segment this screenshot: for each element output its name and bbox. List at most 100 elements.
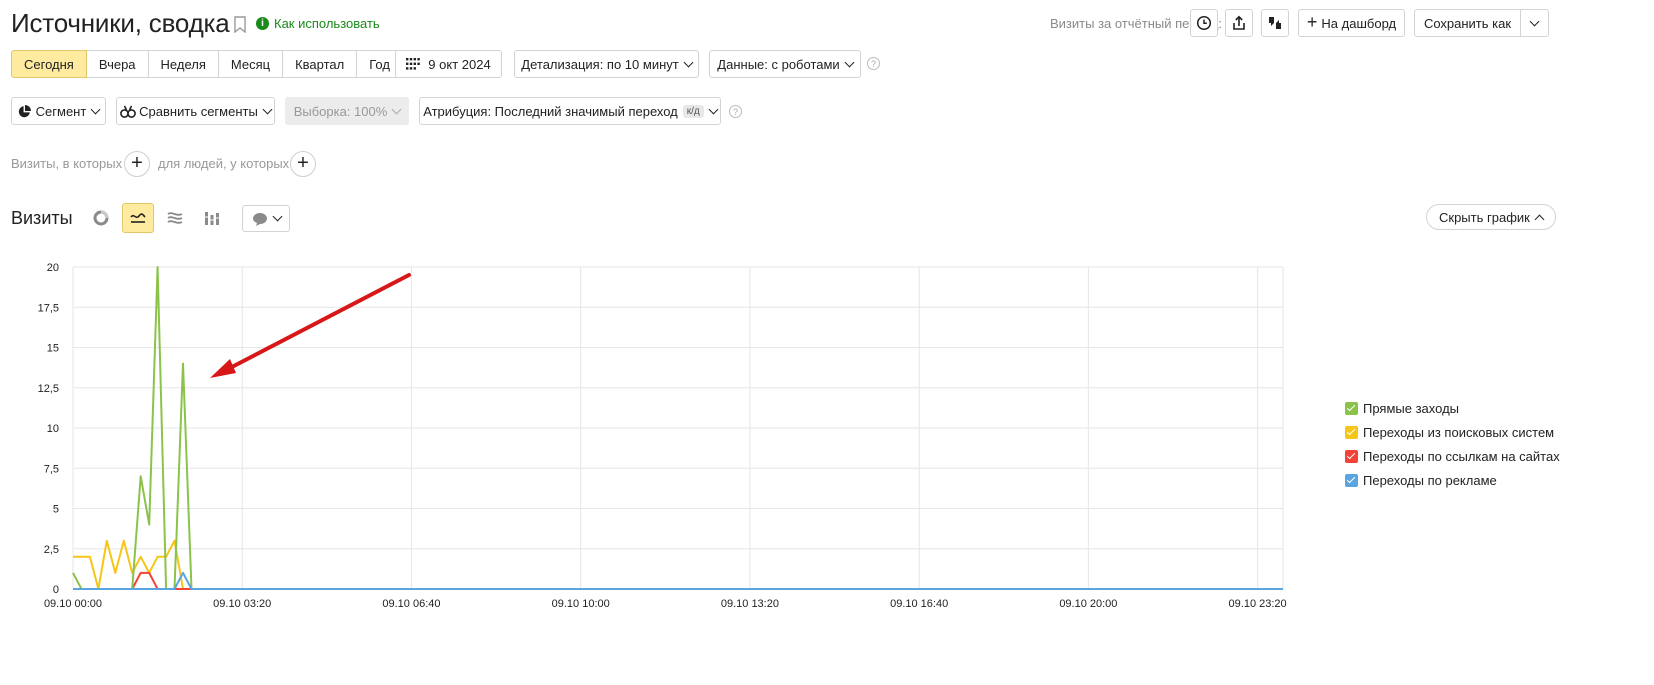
- how-to-use-link[interactable]: i Как использовать: [256, 16, 380, 31]
- legend-label: Прямые заходы: [1363, 400, 1460, 416]
- legend-item[interactable]: Переходы из поисковых систем: [1345, 420, 1560, 444]
- calendar-icon: [406, 58, 421, 70]
- add-visit-filter-button[interactable]: +: [124, 151, 150, 177]
- attribution-badge: к/д: [682, 104, 704, 118]
- y-tick-label: 20: [47, 262, 59, 274]
- date-label: 9 окт 2024: [428, 56, 491, 72]
- checkbox-icon[interactable]: [1345, 473, 1358, 487]
- legend-item[interactable]: Прямые заходы: [1345, 396, 1560, 420]
- plus-icon: +: [1306, 11, 1318, 32]
- x-tick-label: 09.10 06:40: [382, 598, 440, 610]
- y-tick-label: 2,5: [44, 544, 59, 556]
- visits-line-chart: 02,557,51012,51517,520 09.10 00:00 09.10 …: [38, 262, 1287, 610]
- x-tick-label: 09.10 13:20: [721, 598, 779, 610]
- date-picker-button[interactable]: 9 окт 2024: [395, 50, 502, 78]
- hide-chart-button[interactable]: Скрыть график: [1426, 204, 1556, 230]
- add-people-filter-button[interactable]: +: [290, 151, 316, 177]
- attribution-label: Атрибуция: Последний значимый переход: [423, 103, 678, 119]
- compare-icon: [120, 105, 137, 118]
- save-as-button[interactable]: Сохранить как: [1414, 9, 1521, 37]
- segment-dropdown[interactable]: Сегмент: [11, 97, 106, 125]
- save-as-label: Сохранить как: [1423, 15, 1512, 31]
- hide-chart-label: Скрыть график: [1439, 209, 1530, 225]
- add-to-dashboard-button[interactable]: + На дашборд: [1298, 9, 1405, 37]
- y-axis-ticks: 0 2,5 5 7,5 10 12,5 15 17,5 20: [38, 262, 59, 596]
- pie-view-button[interactable]: [85, 203, 117, 233]
- attribution-dropdown[interactable]: Атрибуция: Последний значимый переход к/…: [419, 97, 721, 125]
- pie-chart-icon: [93, 210, 109, 226]
- x-axis-ticks: 09.10 00:00 09.10 03:20 09.10 06:40 09.10 1…: [44, 598, 1287, 610]
- x-tick-label: 09.10 16:40: [890, 598, 948, 610]
- export-button[interactable]: [1225, 9, 1253, 37]
- people-where-label: для людей, у которых: [158, 156, 290, 171]
- period-button-1[interactable]: Вчера: [86, 50, 149, 78]
- bar-view-button[interactable]: [196, 203, 228, 233]
- how-to-use-label: Как использовать: [274, 16, 380, 31]
- x-tick-label: 09.10 00:00: [44, 598, 102, 610]
- period-selector: Сегодня Вчера Неделя Месяц Квартал Год: [11, 50, 403, 78]
- y-tick-label: 0: [53, 584, 59, 596]
- history-button[interactable]: [1190, 9, 1218, 37]
- chevron-down-icon: [844, 57, 855, 67]
- plus-icon: +: [297, 152, 309, 174]
- legend-item[interactable]: Переходы по рекламе: [1345, 468, 1560, 492]
- chevron-down-icon: [1529, 16, 1540, 26]
- series-line-3: [73, 571, 1283, 590]
- chevron-down-icon: [272, 211, 282, 222]
- x-tick-label: 09.10 20:00: [1059, 598, 1117, 610]
- chevron-down-icon: [708, 104, 719, 114]
- compare-label: Сравнить сегменты: [139, 103, 258, 119]
- help-icon[interactable]: ?: [867, 57, 880, 70]
- x-tick-label: 09.10 03:20: [213, 598, 271, 610]
- segment-label: Сегмент: [35, 103, 87, 119]
- y-tick-label: 15: [47, 343, 59, 355]
- x-tick-label: 09.10 10:00: [552, 598, 610, 610]
- period-button-4[interactable]: Квартал: [283, 50, 358, 78]
- period-button-2[interactable]: Неделя: [148, 50, 219, 78]
- period-button-0[interactable]: Сегодня: [11, 50, 87, 78]
- share-icon: [1233, 15, 1245, 30]
- chevron-down-icon: [262, 104, 273, 114]
- save-as-dropdown[interactable]: [1520, 9, 1549, 37]
- line-chart-icon: [130, 213, 146, 223]
- page-title: Источники, сводка: [11, 8, 230, 38]
- comment-icon: [252, 212, 267, 226]
- period-button-3[interactable]: Месяц: [218, 50, 284, 78]
- y-tick-label: 5: [53, 504, 59, 516]
- checkbox-icon[interactable]: [1345, 425, 1358, 439]
- plus-icon: +: [131, 152, 143, 174]
- x-tick-label: 09.10 23:20: [1229, 598, 1287, 610]
- area-view-button[interactable]: [159, 203, 191, 233]
- legend-label: Переходы по рекламе: [1363, 472, 1497, 488]
- legend-item[interactable]: Переходы по ссылкам на сайтах: [1345, 444, 1560, 468]
- line-view-button[interactable]: [122, 203, 154, 233]
- feedback-button[interactable]: [1261, 9, 1289, 37]
- annotations-dropdown[interactable]: [242, 205, 290, 232]
- sample-dropdown: Выборка: 100%: [285, 97, 409, 125]
- clock-icon: [1196, 15, 1212, 31]
- bookmark-icon[interactable]: [233, 16, 247, 33]
- sample-label: Выборка: 100%: [293, 103, 388, 119]
- chevron-down-icon: [391, 104, 402, 114]
- y-tick-label: 10: [47, 423, 59, 435]
- y-tick-label: 12,5: [38, 383, 59, 395]
- chevron-down-icon: [683, 57, 694, 67]
- data-label: Данные: с роботами: [717, 56, 840, 72]
- info-icon: i: [256, 17, 269, 30]
- thumbs-icon: [1269, 17, 1281, 29]
- help-icon[interactable]: ?: [729, 105, 742, 118]
- series-line-2: [73, 571, 1283, 590]
- chevron-down-icon: [90, 104, 101, 114]
- detail-dropdown[interactable]: Детализация: по 10 минут: [514, 50, 699, 78]
- bar-chart-icon: [205, 212, 219, 225]
- data-dropdown[interactable]: Данные: с роботами: [709, 50, 861, 78]
- checkbox-icon[interactable]: [1345, 401, 1358, 415]
- visits-where-label: Визиты, в которых: [11, 156, 123, 171]
- visits-title: Визиты: [11, 208, 73, 228]
- chevron-up-icon: [1534, 214, 1545, 224]
- series-line-1: [73, 539, 1283, 590]
- red-arrow-annotation: [210, 273, 411, 378]
- checkbox-icon[interactable]: [1345, 449, 1358, 463]
- compare-segments-dropdown[interactable]: Сравнить сегменты: [116, 97, 275, 125]
- y-tick-label: 17,5: [38, 302, 59, 314]
